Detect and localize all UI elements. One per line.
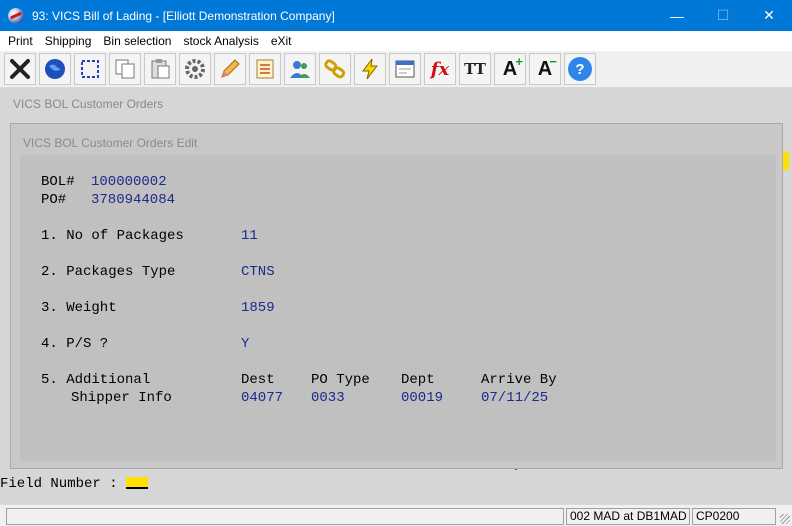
- field-number-label: Field Number :: [0, 476, 118, 492]
- font-decrease-button[interactable]: A −: [529, 53, 561, 85]
- paste-button[interactable]: [144, 53, 176, 85]
- title-bar: 93: VICS Bill of Lading - [Elliott Demon…: [0, 0, 792, 31]
- orders-edit-dialog: VICS BOL Customer Orders Edit BOL# 10000…: [10, 123, 783, 469]
- font-increase-button[interactable]: A +: [494, 53, 526, 85]
- status-program-id: CP0200: [692, 508, 776, 525]
- plus-icon: +: [515, 54, 523, 69]
- field-number-prompt: Field Number :: [0, 476, 149, 492]
- po-type-value[interactable]: 0033: [311, 390, 345, 407]
- edit-button[interactable]: [214, 53, 246, 85]
- window-button[interactable]: [389, 53, 421, 85]
- menu-shipping[interactable]: Shipping: [39, 34, 98, 48]
- link-button[interactable]: [319, 53, 351, 85]
- delete-x-icon: [10, 59, 30, 79]
- bol-value[interactable]: 100000002: [91, 174, 167, 191]
- function-button[interactable]: fx: [424, 53, 456, 85]
- dest-header: Dest: [241, 372, 275, 388]
- packages-value[interactable]: 11: [241, 228, 258, 245]
- arrive-by-value[interactable]: 07/11/25: [481, 390, 548, 407]
- globe-button[interactable]: [39, 53, 71, 85]
- minimize-button[interactable]: —: [654, 0, 700, 31]
- help-icon: ?: [568, 57, 592, 81]
- menu-bar: Print Shipping Bin selection stock Analy…: [0, 31, 792, 51]
- menu-stock-analysis[interactable]: stock Analysis: [177, 34, 264, 48]
- lightning-icon: [362, 58, 379, 80]
- weight-value[interactable]: 1859: [241, 300, 275, 317]
- gear-icon: [185, 59, 205, 79]
- field-number-input[interactable]: [126, 477, 149, 490]
- users-icon: [290, 61, 310, 78]
- arrive-by-header: Arrive By: [481, 372, 557, 388]
- notepad-button[interactable]: [249, 53, 281, 85]
- toolbar: fx TT A + A − ?: [0, 51, 792, 88]
- po-value[interactable]: 3780944084: [91, 192, 175, 209]
- menu-bin-selection[interactable]: Bin selection: [97, 34, 177, 48]
- additional-label: 5. Additional: [41, 372, 151, 388]
- close-button[interactable]: ✕: [746, 0, 792, 31]
- dest-value[interactable]: 04077: [241, 390, 283, 407]
- minus-icon: −: [549, 54, 557, 69]
- window-controls: — ☐ ✕: [654, 0, 792, 31]
- users-button[interactable]: [284, 53, 316, 85]
- dept-value[interactable]: 00019: [401, 390, 443, 407]
- select-box-icon: [81, 60, 99, 78]
- delete-button[interactable]: [4, 53, 36, 85]
- packages-type-value[interactable]: CTNS: [241, 264, 275, 281]
- maximize-button[interactable]: ☐: [700, 0, 746, 31]
- settings-button[interactable]: [179, 53, 211, 85]
- dept-header: Dept: [401, 372, 435, 388]
- bol-label: BOL#: [41, 174, 75, 190]
- notepad-icon: [256, 59, 274, 79]
- status-message: [6, 508, 564, 525]
- window-icon: [395, 60, 415, 78]
- po-label: PO#: [41, 192, 67, 208]
- weight-label: 3. Weight: [41, 300, 117, 316]
- globe-icon: [45, 59, 65, 79]
- font-size-icon: TT: [464, 60, 486, 78]
- outer-window-title: VICS BOL Customer Orders: [13, 97, 164, 111]
- select-button[interactable]: [74, 53, 106, 85]
- help-button[interactable]: ?: [564, 53, 596, 85]
- resize-grip[interactable]: [780, 514, 790, 524]
- ps-value[interactable]: Y: [241, 336, 249, 353]
- menu-print[interactable]: Print: [2, 34, 39, 48]
- chain-link-icon: [324, 59, 346, 79]
- packages-label: 1. No of Packages: [41, 228, 184, 244]
- packages-type-label: 2. Packages Type: [41, 264, 176, 280]
- status-bar: 002 MAD at DB1MAD CP0200: [0, 504, 792, 526]
- edit-pencil-icon: [221, 59, 240, 78]
- ps-label: 4. P/S ?: [41, 336, 109, 352]
- dialog-body: BOL# 100000002 PO# 3780944084 1. No of P…: [20, 155, 776, 461]
- scroll-marker: [783, 152, 789, 170]
- lightning-button[interactable]: [354, 53, 386, 85]
- app-globe-icon[interactable]: [8, 7, 24, 24]
- paste-icon: [151, 59, 170, 79]
- menu-exit[interactable]: eXit: [265, 34, 298, 48]
- shipper-info-label: Shipper Info: [71, 390, 172, 406]
- dialog-title: VICS BOL Customer Orders Edit: [23, 136, 198, 150]
- copy-button[interactable]: [109, 53, 141, 85]
- po-type-header: PO Type: [311, 372, 370, 388]
- window-title: 93: VICS Bill of Lading - [Elliott Demon…: [32, 8, 335, 23]
- function-fx-icon: fx: [430, 58, 450, 80]
- font-button[interactable]: TT: [459, 53, 491, 85]
- status-company-db: 002 MAD at DB1MAD: [566, 508, 690, 525]
- copy-icon: [115, 59, 135, 79]
